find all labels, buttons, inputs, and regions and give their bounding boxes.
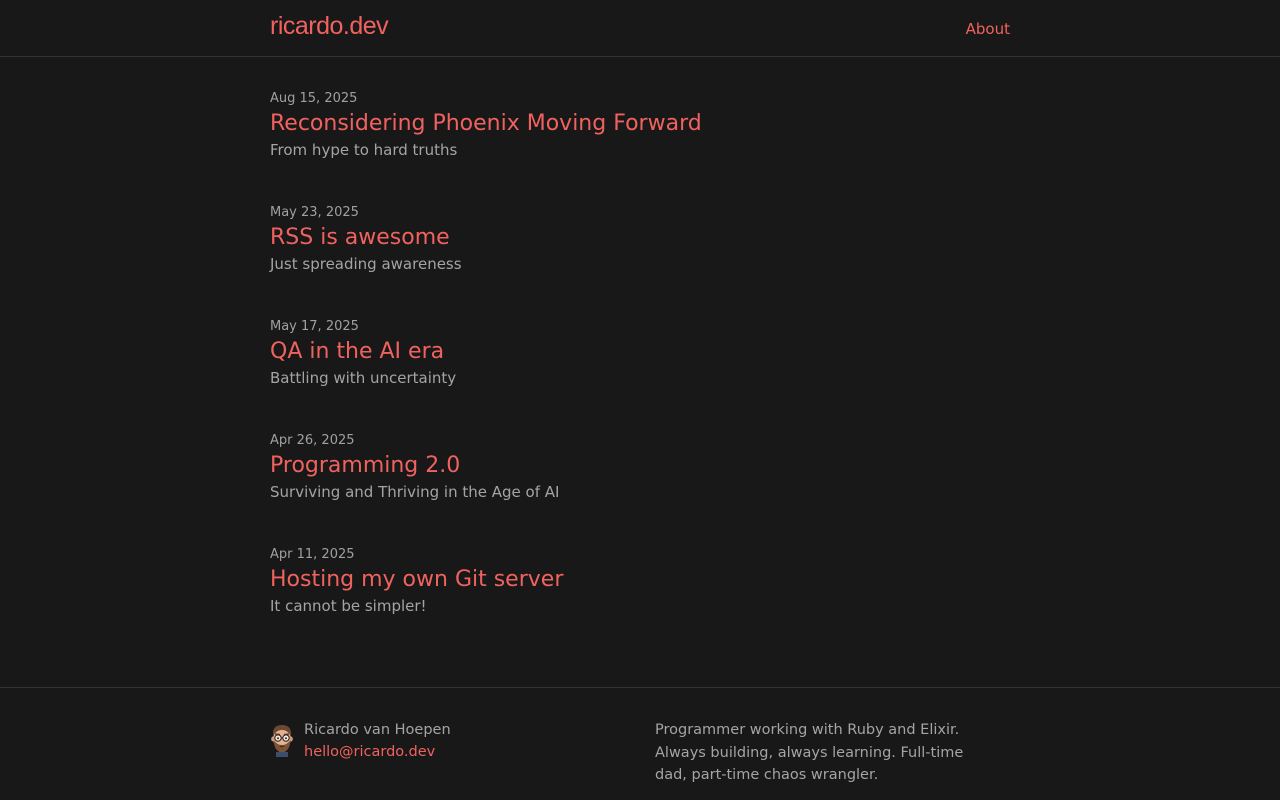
header-inner: ricardo.dev About — [270, 0, 1010, 56]
site-title-link[interactable]: ricardo.dev — [270, 12, 389, 44]
post-list: Aug 15, 2025 Reconsidering Phoenix Movin… — [270, 57, 1010, 687]
post-date: May 17, 2025 — [270, 319, 359, 334]
post-subtitle: It cannot be simpler! — [270, 597, 427, 615]
post-title-link[interactable]: RSS is awesome — [270, 223, 450, 253]
post-title-link[interactable]: QA in the AI era — [270, 337, 444, 367]
main-nav: About — [966, 19, 1010, 38]
post-date: May 23, 2025 — [270, 205, 359, 220]
site-footer: Ricardo van Hoepen hello@ricardo.dev Pro… — [0, 687, 1280, 800]
nav-link-about[interactable]: About — [966, 20, 1010, 40]
post-item: Apr 26, 2025 Programming 2.0 Surviving a… — [270, 432, 1010, 546]
author-email-link[interactable]: hello@ricardo.dev — [304, 741, 435, 763]
post-title-link[interactable]: Programming 2.0 — [270, 451, 460, 481]
post-item: May 23, 2025 RSS is awesome Just spreadi… — [270, 204, 1010, 318]
post-date: Apr 26, 2025 — [270, 433, 355, 448]
author-name: Ricardo van Hoepen — [304, 722, 451, 738]
post-date: Aug 15, 2025 — [270, 91, 358, 106]
post-subtitle: Battling with uncertainty — [270, 369, 457, 387]
post-subtitle: Just spreading awareness — [270, 255, 462, 273]
post-subtitle: From hype to hard truths — [270, 141, 458, 159]
post-date: Apr 11, 2025 — [270, 547, 355, 562]
author-bio: Programmer working with Ruby and Elixir.… — [655, 722, 964, 783]
footer-inner: Ricardo van Hoepen hello@ricardo.dev Pro… — [270, 688, 1010, 787]
post-item: Aug 15, 2025 Reconsidering Phoenix Movin… — [270, 90, 1010, 204]
cartoon-avatar-icon — [270, 723, 294, 757]
site-header: ricardo.dev About — [0, 0, 1280, 57]
author-info: Ricardo van Hoepen hello@ricardo.dev — [304, 719, 451, 763]
post-item: May 17, 2025 QA in the AI era Battling w… — [270, 318, 1010, 432]
post-title-link[interactable]: Hosting my own Git server — [270, 565, 563, 595]
post-title-link[interactable]: Reconsidering Phoenix Moving Forward — [270, 109, 702, 139]
post-item: Apr 11, 2025 Hosting my own Git server I… — [270, 546, 1010, 660]
post-subtitle: Surviving and Thriving in the Age of AI — [270, 483, 560, 501]
author-card: Ricardo van Hoepen hello@ricardo.dev — [270, 719, 655, 787]
